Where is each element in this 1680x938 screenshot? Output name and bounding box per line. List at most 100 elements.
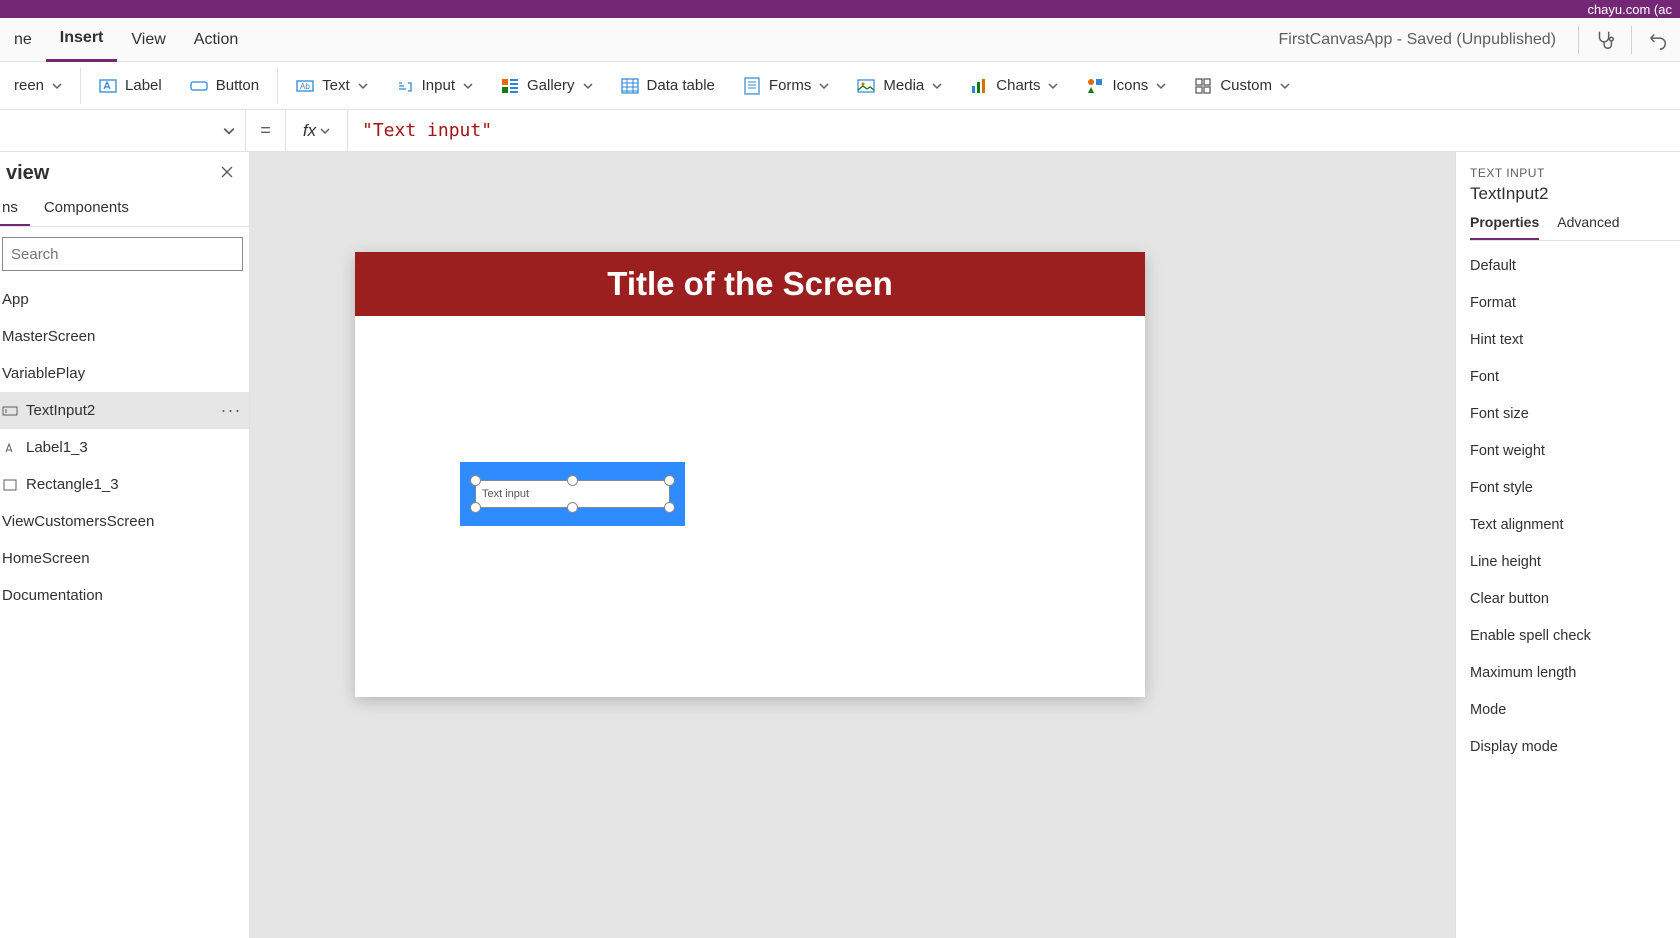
prop-line-height[interactable]: Line height — [1470, 543, 1680, 580]
undo-button[interactable] — [1636, 18, 1680, 62]
menu-insert[interactable]: Insert — [46, 18, 118, 62]
new-screen-button[interactable]: reen — [0, 62, 76, 110]
properties-panel: TEXT INPUT TextInput2 Properties Advance… — [1455, 152, 1680, 938]
prop-clear-button[interactable]: Clear button — [1470, 580, 1680, 617]
chevron-down-icon — [223, 125, 235, 137]
fx-button[interactable]: fx — [286, 110, 348, 152]
tree-item-viewcustomers[interactable]: ViewCustomersScreen — [0, 503, 249, 540]
control-name-label[interactable]: TextInput2 — [1470, 180, 1680, 214]
resize-handle-se[interactable] — [664, 502, 675, 513]
property-selector[interactable] — [0, 110, 246, 152]
chevron-down-icon — [463, 81, 473, 91]
tree-item-label: MasterScreen — [2, 328, 243, 345]
resize-handle-s[interactable] — [567, 502, 578, 513]
close-panel-button[interactable] — [219, 164, 239, 184]
insert-media-button[interactable]: Media — [843, 62, 956, 110]
chevron-down-icon — [1156, 81, 1166, 91]
gallery-label: Gallery — [527, 77, 575, 94]
insert-custom-button[interactable]: Custom — [1180, 62, 1304, 110]
text-icon: Ab — [296, 77, 314, 95]
svg-text:Ab: Ab — [300, 82, 310, 91]
app-status-text: FirstCanvasApp - Saved (Unpublished) — [1279, 31, 1574, 49]
app-checker-button[interactable] — [1583, 18, 1627, 62]
label-text: Label — [125, 77, 162, 94]
button-icon — [190, 77, 208, 95]
tree-search-wrapper — [2, 237, 243, 271]
tree-item-rectangle1-3[interactable]: Rectangle1_3 — [0, 466, 249, 503]
tree-item-masterscreen[interactable]: MasterScreen — [0, 318, 249, 355]
textinput-preview[interactable]: Text input — [475, 480, 670, 508]
formula-input[interactable]: "Text input" — [348, 110, 1680, 152]
divider — [1578, 26, 1579, 54]
charts-icon — [970, 77, 988, 95]
prop-maximum-length[interactable]: Maximum length — [1470, 654, 1680, 691]
tab-properties[interactable]: Properties — [1470, 214, 1539, 240]
tree-item-label: VariablePlay — [2, 365, 243, 382]
resize-handle-n[interactable] — [567, 475, 578, 486]
control-type-label: TEXT INPUT — [1470, 166, 1680, 180]
insert-label-button[interactable]: Label — [85, 62, 176, 110]
stethoscope-icon — [1594, 29, 1616, 51]
top-menu-bar: ne Insert View Action FirstCanvasApp - S… — [0, 18, 1680, 62]
tab-screens[interactable]: ns — [0, 191, 30, 226]
prop-enable-spell-check[interactable]: Enable spell check — [1470, 617, 1680, 654]
insert-input-button[interactable]: Input — [382, 62, 487, 110]
insert-icons-button[interactable]: Icons — [1072, 62, 1180, 110]
tab-advanced[interactable]: Advanced — [1557, 214, 1619, 240]
chevron-down-icon — [1280, 81, 1290, 91]
tree-item-label: HomeScreen — [2, 550, 243, 567]
prop-display-mode[interactable]: Display mode — [1470, 728, 1680, 765]
insert-forms-button[interactable]: Forms — [729, 62, 844, 110]
resize-handle-sw[interactable] — [470, 502, 481, 513]
screen-artboard[interactable]: Title of the Screen Text input — [355, 252, 1145, 697]
window-title-bar: chayu.com (ac — [0, 0, 1680, 18]
insert-text-button[interactable]: Ab Text — [282, 62, 382, 110]
prop-font-weight[interactable]: Font weight — [1470, 432, 1680, 469]
chevron-down-icon — [819, 81, 829, 91]
insert-button-button[interactable]: Button — [176, 62, 273, 110]
prop-font-size[interactable]: Font size — [1470, 395, 1680, 432]
charts-label: Charts — [996, 77, 1040, 94]
tree-item-label: App — [2, 291, 243, 308]
menu-view[interactable]: View — [117, 18, 179, 62]
tree-item-documentation[interactable]: Documentation — [0, 577, 249, 614]
menu-home[interactable]: ne — [0, 18, 46, 62]
tree-item-label: ViewCustomersScreen — [2, 513, 243, 530]
undo-icon — [1647, 29, 1669, 51]
textinput-icon — [2, 403, 18, 419]
prop-format[interactable]: Format — [1470, 284, 1680, 321]
insert-gallery-button[interactable]: Gallery — [487, 62, 607, 110]
tree-item-textinput2[interactable]: TextInput2 ··· — [0, 392, 249, 429]
input-icon — [396, 77, 414, 95]
more-options-button[interactable]: ··· — [219, 400, 243, 421]
tree-item-label: Documentation — [2, 587, 243, 604]
media-icon — [857, 77, 875, 95]
canvas-area[interactable]: Title of the Screen Text input — [250, 152, 1455, 938]
insert-charts-button[interactable]: Charts — [956, 62, 1072, 110]
resize-handle-ne[interactable] — [664, 475, 675, 486]
selected-control-textinput[interactable]: Text input — [460, 462, 685, 526]
prop-mode[interactable]: Mode — [1470, 691, 1680, 728]
screen-title-bar[interactable]: Title of the Screen — [355, 252, 1145, 316]
menu-action[interactable]: Action — [180, 18, 252, 62]
prop-hint-text[interactable]: Hint text — [1470, 321, 1680, 358]
tree-view-title: view — [6, 162, 49, 185]
button-text: Button — [216, 77, 259, 94]
insert-datatable-button[interactable]: Data table — [607, 62, 729, 110]
prop-font[interactable]: Font — [1470, 358, 1680, 395]
equals-sign: = — [246, 110, 286, 152]
tree-item-app[interactable]: App — [0, 281, 249, 318]
prop-font-style[interactable]: Font style — [1470, 469, 1680, 506]
tree-item-variableplay[interactable]: VariablePlay — [0, 355, 249, 392]
search-input[interactable] — [2, 237, 243, 271]
prop-default[interactable]: Default — [1470, 247, 1680, 284]
resize-handle-nw[interactable] — [470, 475, 481, 486]
prop-text-alignment[interactable]: Text alignment — [1470, 506, 1680, 543]
chevron-down-icon — [1048, 81, 1058, 91]
tree-item-label: Rectangle1_3 — [26, 476, 243, 493]
tab-components[interactable]: Components — [30, 191, 141, 226]
formula-bar: = fx "Text input" — [0, 110, 1680, 152]
tree-item-homescreen[interactable]: HomeScreen — [0, 540, 249, 577]
tree-item-label1-3[interactable]: Label1_3 — [0, 429, 249, 466]
tree-item-label: TextInput2 — [26, 402, 211, 419]
